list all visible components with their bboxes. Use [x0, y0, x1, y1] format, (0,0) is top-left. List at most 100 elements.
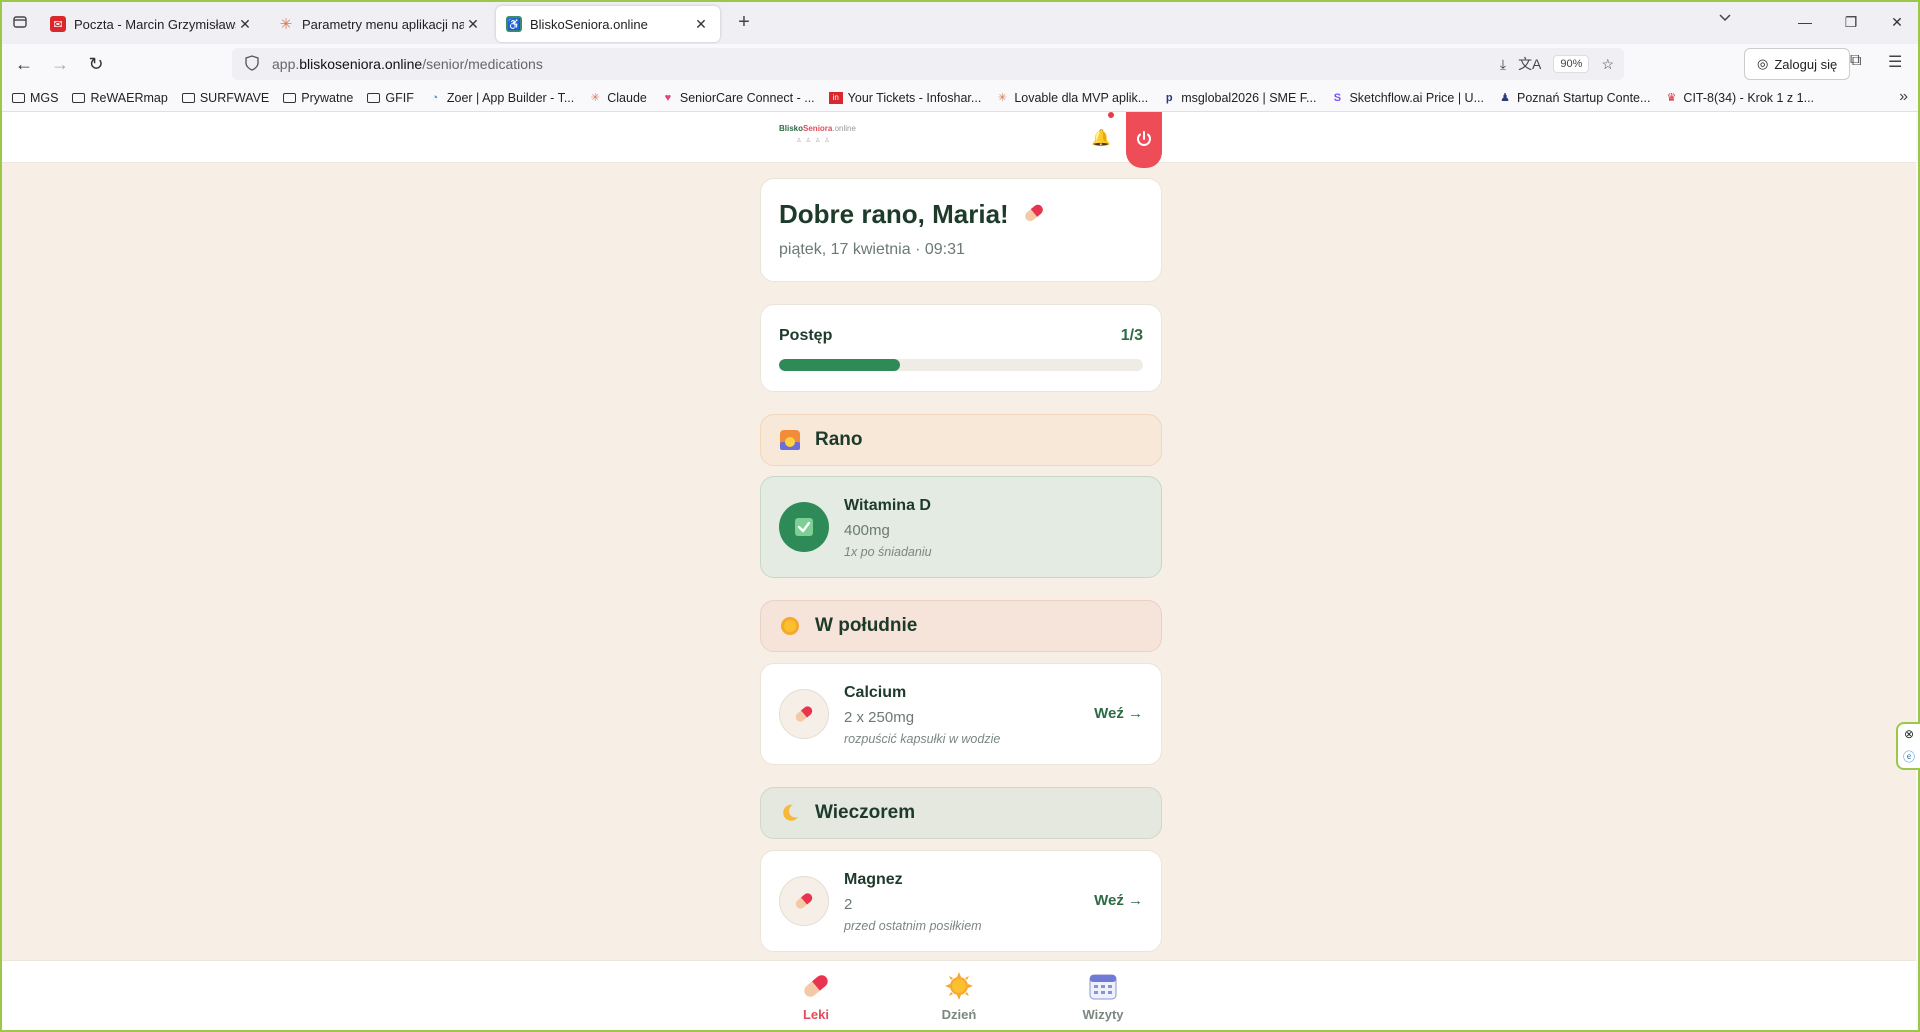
logout-button[interactable]	[1126, 112, 1162, 168]
widget-e-icon[interactable]: ⓔ	[1903, 748, 1915, 765]
bookmark-link[interactable]: S Sketchflow.ai Price | U...	[1330, 91, 1484, 105]
close-window-icon[interactable]: ✕	[1874, 0, 1920, 44]
section-evening: Wieczorem	[760, 787, 1162, 839]
bookmark-folder[interactable]: MGS	[12, 91, 58, 105]
bell-icon[interactable]: 🔔	[1091, 128, 1111, 148]
nav-item-wizyty[interactable]: Wizyty	[1063, 969, 1143, 1022]
bookmark-link[interactable]: ♛ CIT-8(34) - Krok 1 z 1...	[1664, 91, 1814, 105]
logo-text: Blisko	[779, 124, 804, 133]
reload-icon[interactable]: ↻	[78, 48, 114, 80]
bookmark-link[interactable]: ◔ Zoer | App Builder - T...	[428, 90, 575, 105]
forward-icon[interactable]: →	[42, 48, 78, 80]
logo-figures-icon: ♙♙♙♙	[796, 138, 834, 144]
folder-icon	[12, 92, 25, 103]
bookmark-label: Lovable dla MVP aplik...	[1014, 90, 1149, 105]
section-title: W południe	[815, 615, 918, 636]
heart-icon: ♥	[664, 91, 672, 104]
nav-item-dzien[interactable]: Dzień	[919, 969, 999, 1022]
sun-icon	[919, 969, 999, 1003]
close-tab-icon[interactable]: ✕	[236, 16, 254, 33]
med-card[interactable]: Calcium 2 x 250mg rozpuścić kapsułki w w…	[760, 663, 1162, 765]
bookmark-folder[interactable]: ReWAERmap	[72, 91, 168, 105]
tab-mail[interactable]: ✉ Poczta - Marcin Grzymisławski - ✕	[40, 6, 264, 42]
minimize-icon[interactable]: —	[1782, 0, 1828, 44]
login-button[interactable]: ◎ Zaloguj się	[1744, 48, 1851, 80]
folder-icon	[72, 92, 86, 103]
sun-icon	[779, 615, 801, 637]
take-button[interactable]: Weź →	[1094, 892, 1143, 909]
moon-icon	[779, 802, 801, 824]
folder-icon	[181, 92, 195, 103]
check-icon[interactable]	[779, 502, 829, 552]
take-button[interactable]: Weź →	[1094, 705, 1143, 722]
shield-icon[interactable]	[244, 55, 262, 73]
startup-icon: ♟	[1500, 92, 1510, 104]
account-icon: ◎	[1757, 56, 1769, 71]
claude-icon: ✳	[590, 92, 600, 104]
bookmark-label: GFIF	[385, 90, 414, 105]
folder-icon	[283, 92, 297, 103]
extensions-icon[interactable]: ⧉	[1850, 52, 1861, 70]
date-line: piątek, 17 kwietnia · 09:31	[779, 241, 965, 258]
close-tab-icon[interactable]: ✕	[464, 16, 482, 33]
bookmark-label: Poznań Startup Conte...	[1517, 90, 1651, 105]
translate-icon[interactable]: 文A	[1518, 54, 1541, 74]
greeting-title: Dobre rano, Maria!	[779, 199, 1048, 230]
app-header: BliskoSeniora.online ♙♙♙♙ 🔔	[2, 112, 1916, 168]
notification-dot	[1108, 112, 1114, 118]
list-all-tabs-icon[interactable]	[1718, 10, 1732, 26]
tab-bliskoseniora[interactable]: ♿ BliskoSeniora.online ✕	[496, 6, 720, 42]
greeting-card: Dobre rano, Maria! piątek, 17 kwietnia ·…	[760, 178, 1162, 282]
bookmark-link[interactable]: in Your Tickets - Infoshar...	[828, 91, 981, 105]
bookmark-label: CIT-8(34) - Krok 1 z 1...	[1683, 90, 1815, 105]
med-name: Witamina D	[844, 497, 931, 514]
tab-lovable[interactable]: ✳ Parametry menu aplikacji na Lov ✕	[268, 6, 492, 42]
progress-bar	[779, 359, 1143, 371]
tab-title: Parametry menu aplikacji na Lov	[302, 16, 464, 32]
bookmark-folder[interactable]: Prywatne	[283, 91, 353, 105]
bookmark-link[interactable]: ♥ SeniorCare Connect - ...	[661, 91, 815, 105]
med-note: 1x po śniadaniu	[844, 545, 932, 559]
bookmark-folder[interactable]: GFIF	[367, 90, 414, 105]
side-widget[interactable]: ⊗ ⓔ	[1896, 722, 1920, 770]
address-bar[interactable]: app. bliskoseniora.online/senior/medicati…	[232, 48, 1624, 80]
power-icon	[1137, 131, 1151, 146]
tab-overview-icon[interactable]	[0, 0, 40, 44]
pill-icon	[779, 689, 829, 739]
bookmark-link[interactable]: p msglobal2026 | SME F...	[1162, 91, 1317, 105]
bookmark-label: MGS	[30, 90, 59, 105]
bookmark-label: Claude	[607, 90, 647, 105]
bottom-navigation: Leki Dzień Wizyty	[2, 960, 1916, 1030]
restore-icon[interactable]: ❐	[1828, 0, 1874, 44]
med-card-taken[interactable]: Witamina D 400mg 1x po śniadaniu	[760, 476, 1162, 578]
calendar-icon	[1063, 969, 1143, 1003]
bookmark-label: Zoer | App Builder - T...	[446, 90, 575, 105]
bookmark-star-icon[interactable]: ☆	[1601, 56, 1614, 73]
back-icon[interactable]: ←	[6, 48, 42, 80]
folder-icon	[367, 92, 381, 103]
tab-title: BliskoSeniora.online	[530, 16, 648, 32]
pill-icon	[1025, 204, 1043, 222]
bookmark-link[interactable]: ✳ Claude	[588, 91, 647, 105]
menu-icon[interactable]: ☰	[1888, 52, 1902, 72]
bookmark-link[interactable]: ♟ Poznań Startup Conte...	[1498, 91, 1650, 105]
install-app-icon[interactable]: ⤓	[1500, 56, 1506, 73]
new-tab-icon[interactable]: +	[728, 6, 760, 38]
zoom-level[interactable]: 90%	[1553, 55, 1590, 73]
med-note: przed ostatnim posiłkiem	[844, 919, 982, 933]
bookmark-folder[interactable]: SURFWAVE	[181, 91, 269, 105]
progress-fill	[779, 359, 901, 371]
section-noon: W południe	[760, 600, 1162, 652]
app-page: BliskoSeniora.online ♙♙♙♙ 🔔 Dobre rano, …	[2, 112, 1916, 1030]
med-card[interactable]: Magnez 2 przed ostatnim posiłkiem Weź →	[760, 850, 1162, 952]
login-label: Zaloguj się	[1774, 56, 1838, 72]
close-tab-icon[interactable]: ✕	[692, 16, 710, 33]
app-logo[interactable]: BliskoSeniora.online ♙♙♙♙	[779, 124, 856, 144]
bookmark-label: Sketchflow.ai Price | U...	[1349, 90, 1484, 105]
more-bookmarks-icon[interactable]: »	[1899, 88, 1908, 106]
logo-text: .online	[832, 124, 856, 133]
nav-item-leki[interactable]: Leki	[776, 969, 856, 1022]
bookmark-link[interactable]: ✳ Lovable dla MVP aplik...	[995, 91, 1148, 105]
claude-favicon-icon: ✳	[279, 16, 293, 33]
close-widget-icon[interactable]: ⊗	[1904, 727, 1914, 741]
